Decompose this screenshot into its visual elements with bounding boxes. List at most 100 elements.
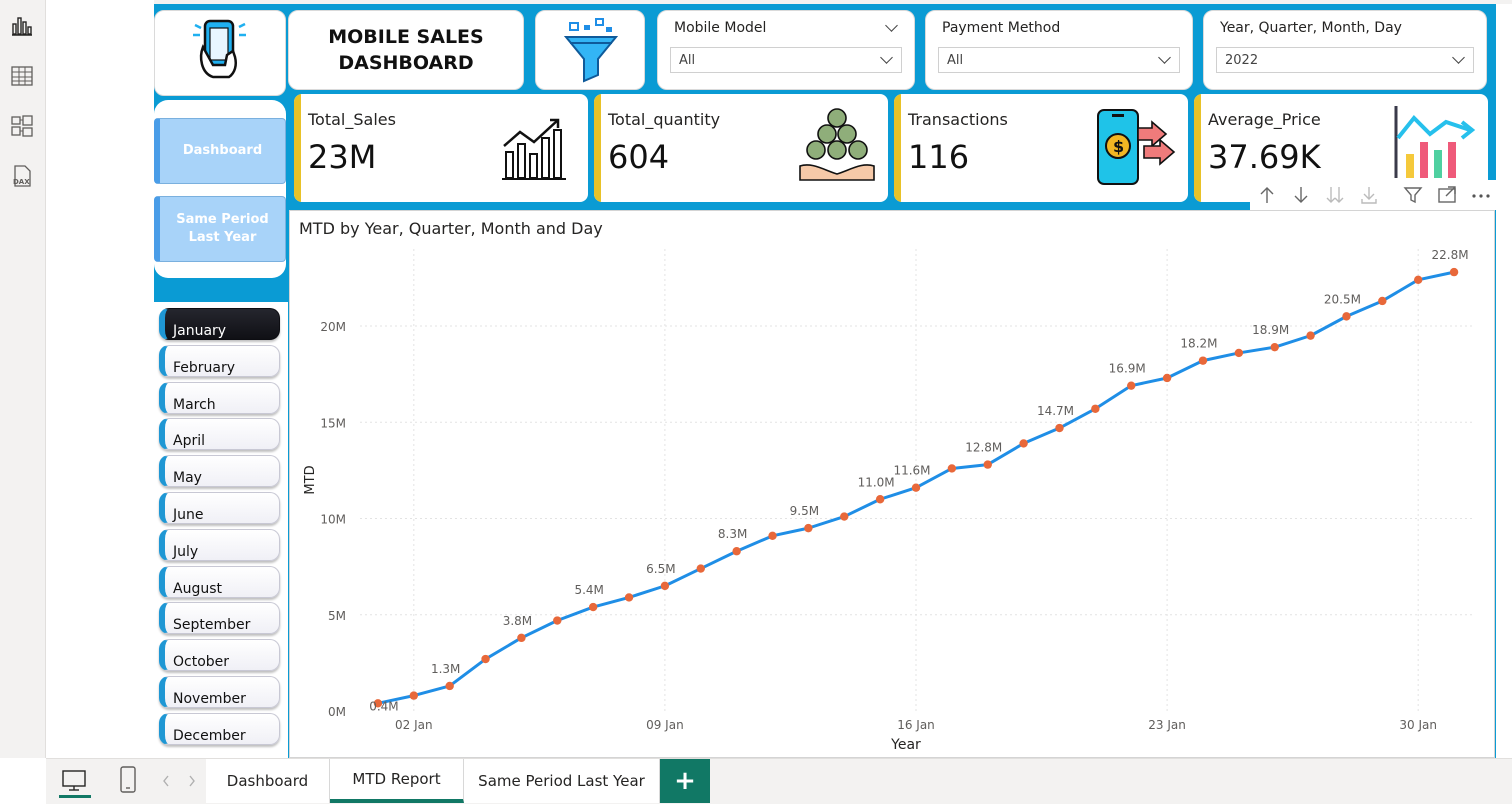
month-button-october[interactable]: October — [159, 639, 280, 672]
data-label: 18.9M — [1252, 323, 1289, 337]
data-point-marker — [875, 495, 885, 504]
left-gutter — [46, 0, 154, 758]
view-rail: DAX — [0, 0, 46, 758]
data-point-marker — [1270, 342, 1279, 352]
x-tick-label: 02 Jan — [395, 718, 433, 732]
add-page-button[interactable]: + — [660, 759, 710, 803]
data-label: 12.8M — [965, 441, 1002, 455]
data-point-marker — [624, 593, 634, 602]
data-point-marker — [588, 602, 598, 612]
desktop-layout-icon[interactable] — [60, 767, 88, 795]
focus-mode-icon[interactable] — [1436, 184, 1458, 206]
scroll-tabs-left-icon[interactable] — [160, 773, 172, 789]
month-button-august[interactable]: August — [159, 565, 280, 598]
data-label: 22.8M — [1432, 248, 1469, 262]
payment-method-slicer: Payment Method All — [925, 10, 1193, 90]
data-point-marker — [732, 547, 741, 556]
data-point-marker — [768, 531, 777, 541]
month-button-april[interactable]: April — [159, 418, 280, 451]
kpi-accent-bar — [594, 94, 601, 202]
tab-same-period-last-year[interactable]: Same Period Last Year — [464, 759, 660, 803]
dax-query-view-icon[interactable]: DAX — [10, 164, 34, 188]
mtd-line-chart-visual[interactable]: MTD by Year, Quarter, Month and Day 0M 5M… — [289, 210, 1495, 758]
dashboard-title-line2: DASHBOARD — [338, 52, 474, 74]
data-label: 9.5M — [790, 504, 819, 518]
tab-dashboard[interactable]: Dashboard — [206, 759, 330, 803]
data-label: 20.5M — [1324, 292, 1361, 306]
mobile-model-dropdown[interactable]: All — [670, 47, 902, 73]
model-view-icon[interactable] — [10, 114, 34, 138]
month-button-march[interactable]: March — [159, 381, 280, 414]
month-button-january[interactable]: January — [159, 308, 280, 340]
phone-payment-icon: $ — [1097, 109, 1176, 185]
dashboard-title-card: MOBILE SALES DASHBOARD — [288, 10, 524, 90]
filter-icon[interactable] — [1402, 184, 1424, 206]
month-button-february[interactable]: February — [159, 344, 280, 377]
table-view-icon[interactable] — [10, 64, 34, 88]
data-label: 3.8M — [503, 614, 532, 628]
y-axis-title: MTD — [303, 465, 318, 494]
next-level-icon[interactable] — [1324, 184, 1346, 206]
data-label: 8.3M — [718, 527, 747, 541]
data-point-marker — [1306, 331, 1315, 340]
desktop-layout-indicator — [59, 795, 91, 798]
month-button-july[interactable]: July — [159, 528, 280, 561]
data-label: 16.9M — [1109, 362, 1146, 376]
kpi-label: Total_Sales — [308, 110, 396, 129]
collapse-chevron-icon[interactable] — [885, 19, 898, 32]
phone-logo-card — [154, 10, 286, 96]
data-point-marker — [947, 464, 957, 473]
same-period-last-year-nav-button[interactable]: Same Period Last Year — [154, 196, 286, 262]
date-hierarchy-label: Year, Quarter, Month, Day — [1220, 20, 1402, 36]
data-label: 1.3M — [431, 662, 460, 676]
data-point-marker — [1091, 404, 1100, 413]
data-point-marker — [804, 523, 813, 533]
data-point-marker — [1055, 423, 1064, 433]
scroll-tabs-right-icon[interactable] — [186, 773, 198, 789]
month-button-june[interactable]: June — [159, 492, 280, 524]
kpi-card-total-sales: Total_Sales 23M — [294, 94, 588, 202]
kpi-value: 37.69K — [1208, 138, 1321, 176]
mobile-model-slicer: Mobile Model All — [657, 10, 915, 90]
payment-method-value: All — [947, 53, 964, 68]
month-button-december[interactable]: December — [159, 712, 280, 745]
y-tick-label: 10M — [320, 513, 346, 527]
data-label: 14.7M — [1037, 404, 1074, 418]
mobile-model-value: All — [679, 53, 696, 68]
data-label: 6.5M — [646, 562, 675, 576]
date-hierarchy-dropdown[interactable]: 2022 — [1216, 47, 1474, 73]
payment-method-label: Payment Method — [942, 20, 1061, 36]
data-label: 11.6M — [893, 464, 930, 478]
month-button-may[interactable]: May — [159, 455, 280, 488]
dashboard-nav-button[interactable]: Dashboard — [154, 118, 286, 184]
month-button-september[interactable]: September — [159, 602, 280, 635]
data-point-marker — [696, 564, 705, 573]
month-slicer: January February March April May June July Augu… — [154, 302, 288, 758]
data-point-marker — [1413, 275, 1423, 284]
dashboard-title-line1: MOBILE SALES — [328, 26, 484, 48]
tab-mtd-report[interactable]: MTD Report — [330, 759, 464, 803]
bar-chart-trend-icon — [1394, 106, 1476, 178]
kpi-value: 23M — [308, 138, 377, 176]
month-button-november[interactable]: November — [159, 676, 280, 708]
svg-text:DAX: DAX — [13, 178, 30, 186]
data-point-marker — [1019, 439, 1028, 448]
data-point-marker — [1127, 381, 1136, 390]
data-point-marker — [445, 681, 454, 691]
payment-method-dropdown[interactable]: All — [938, 47, 1180, 73]
expand-hierarchy-icon[interactable] — [1358, 184, 1380, 206]
kpi-label: Transactions — [908, 110, 1008, 129]
more-options-icon[interactable] — [1470, 184, 1492, 206]
mobile-layout-icon[interactable] — [116, 765, 140, 795]
kpi-value: 604 — [608, 138, 670, 176]
kpi-accent-bar — [1194, 94, 1201, 202]
y-tick-label: 5M — [328, 609, 346, 623]
data-point-marker — [840, 512, 849, 521]
mobile-model-label: Mobile Model — [674, 20, 767, 36]
drill-up-arrow-icon[interactable] — [1256, 184, 1278, 206]
kpi-label: Total_quantity — [608, 110, 721, 129]
drill-down-arrow-icon[interactable] — [1290, 184, 1312, 206]
filter-pane-button[interactable] — [535, 10, 645, 90]
x-tick-label: 09 Jan — [646, 718, 684, 732]
report-view-icon[interactable] — [10, 14, 34, 38]
